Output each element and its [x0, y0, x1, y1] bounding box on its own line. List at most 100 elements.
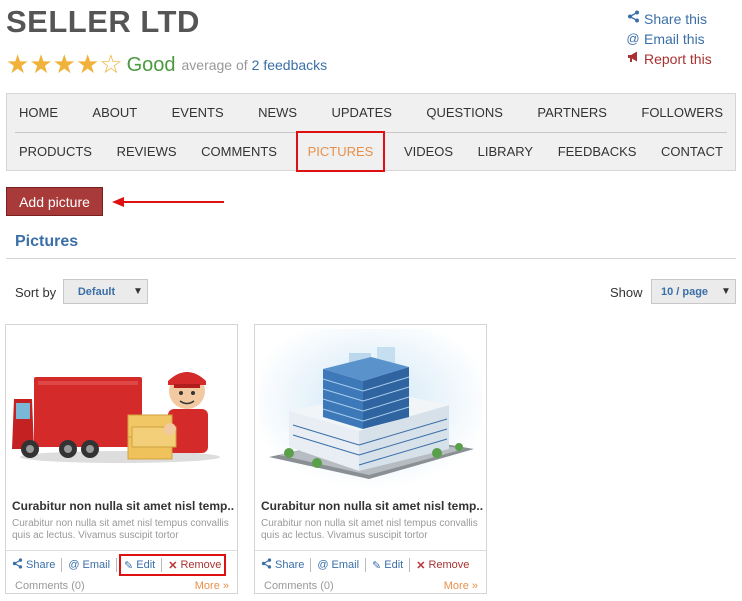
nav-item-questions[interactable]: QUESTIONS [422, 105, 507, 120]
report-this-label: Report this [644, 51, 712, 67]
section-title: Pictures [15, 233, 79, 250]
pencil-icon: ✎ [372, 559, 382, 572]
more-link[interactable]: More » [444, 580, 478, 592]
megaphone-icon [625, 49, 641, 69]
annotation-arrow-icon [112, 197, 224, 207]
star-full-icon: ★ [6, 50, 30, 80]
rating-word: Good [126, 53, 176, 76]
action-separator [310, 558, 312, 572]
email-this-label: Email this [644, 31, 705, 47]
share-this-label: Share this [644, 11, 708, 27]
sort-select-value: Default [77, 285, 116, 298]
picture-description: Curabitur non nulla sit amet nisl tempus… [12, 518, 229, 541]
nav-item-comments[interactable]: COMMENTS [197, 144, 281, 170]
picture-thumbnail[interactable] [10, 329, 233, 489]
comments-count[interactable]: Comments (0) [264, 580, 334, 592]
star-full-icon: ★ [75, 50, 100, 80]
nav-row-2: PRODUCTS REVIEWS COMMENTS PICTURES VIDEO… [15, 131, 727, 172]
nav-item-reviews[interactable]: REVIEWS [113, 144, 181, 170]
picture-title[interactable]: Curabitur non nulla sit amet nisl temp..… [12, 499, 234, 513]
card-footer: Comments (0) More » [264, 580, 478, 592]
at-sign-icon: @ [68, 559, 80, 571]
picture-description: Curabitur non nulla sit amet nisl tempus… [261, 518, 478, 541]
nav-item-videos[interactable]: VIDEOS [400, 144, 457, 170]
picture-card: Curabitur non nulla sit amet nisl temp..… [254, 324, 487, 594]
nav-item-news[interactable]: NEWS [254, 105, 301, 120]
card-footer: Comments (0) More » [15, 580, 229, 592]
nav-item-library[interactable]: LIBRARY [474, 144, 537, 170]
share-icon [12, 558, 23, 572]
email-label: Email [331, 559, 360, 571]
pencil-icon: ✎ [124, 559, 134, 572]
nav-item-updates[interactable]: UPDATES [328, 105, 396, 120]
section-divider [6, 258, 736, 259]
star-full-icon: ★ [52, 50, 76, 80]
action-separator [409, 558, 411, 572]
sort-label: Sort by [15, 285, 57, 300]
nav-item-home[interactable]: HOME [15, 105, 62, 120]
card-divider [6, 550, 237, 551]
card-divider [255, 550, 486, 551]
share-icon [261, 558, 272, 572]
picture-card: Curabitur non nulla sit amet nisl temp..… [5, 324, 238, 594]
edit-label: Edit [136, 559, 156, 571]
share-label: Share [26, 559, 56, 571]
page-size-value: 10 / page [660, 285, 709, 298]
action-separator [161, 558, 163, 572]
caret-down-icon: ▼ [721, 286, 731, 297]
at-sign-icon: @ [317, 559, 329, 571]
nav-item-pictures[interactable]: PICTURES [295, 131, 386, 172]
sort-select[interactable]: Default ▼ [63, 279, 148, 304]
comments-count[interactable]: Comments (0) [15, 580, 85, 592]
share-icon [625, 9, 641, 29]
star-full-icon: ★ [29, 50, 53, 80]
remove-label: Remove [180, 559, 222, 571]
close-icon: ✕ [416, 559, 426, 572]
email-this-link[interactable]: @ Email this [625, 29, 712, 49]
caret-down-icon: ▼ [133, 286, 143, 297]
email-button[interactable]: @ Email [317, 559, 359, 571]
share-label: Share [275, 559, 305, 571]
page-size-select[interactable]: 10 / page ▼ [651, 279, 736, 304]
share-this-link[interactable]: Share this [625, 9, 712, 29]
nav-item-partners[interactable]: PARTNERS [533, 105, 611, 120]
action-separator [116, 558, 118, 572]
feedbacks-link[interactable]: 2 feedbacks [252, 57, 328, 73]
star-rating: ★ ★ ★ ★ ☆ [6, 52, 123, 78]
nav-item-contact[interactable]: CONTACT [657, 144, 727, 170]
card-actions: Share @ Email ✎ Edit ✕ Remove [261, 558, 482, 572]
more-link[interactable]: More » [195, 580, 229, 592]
show-label: Show [610, 285, 643, 300]
edit-button[interactable]: ✎ Edit [124, 559, 155, 572]
add-picture-button[interactable]: Add picture [6, 187, 103, 216]
nav-item-products[interactable]: PRODUCTS [15, 144, 96, 170]
company-title: SELLER LTD [6, 4, 200, 39]
edit-label: Edit [384, 559, 404, 571]
star-empty-icon: ☆ [99, 50, 123, 80]
main-nav: HOME ABOUT EVENTS NEWS UPDATES QUESTIONS… [6, 93, 736, 172]
nav-item-events[interactable]: EVENTS [168, 105, 228, 120]
nav-row-1: HOME ABOUT EVENTS NEWS UPDATES QUESTIONS… [15, 105, 727, 120]
rating-average-text: average of [181, 57, 248, 73]
action-separator [365, 558, 367, 572]
report-this-link[interactable]: Report this [625, 49, 712, 69]
email-label: Email [82, 559, 111, 571]
nav-item-about[interactable]: ABOUT [88, 105, 141, 120]
remove-button[interactable]: ✕ Remove [416, 559, 469, 572]
edit-button[interactable]: ✎ Edit [372, 559, 403, 572]
picture-thumbnail[interactable] [259, 329, 482, 489]
card-actions: Share @ Email ✎ Edit ✕ Remove [12, 554, 233, 576]
share-button[interactable]: Share [261, 558, 304, 572]
nav-item-followers[interactable]: FOLLOWERS [637, 105, 727, 120]
share-button[interactable]: Share [12, 558, 55, 572]
page-actions: Share this @ Email this Report this [625, 9, 712, 69]
rating-summary: ★ ★ ★ ★ ☆ Good average of 2 feedbacks [6, 52, 327, 78]
action-separator [61, 558, 63, 572]
remove-label: Remove [428, 559, 470, 571]
email-button[interactable]: @ Email [68, 559, 110, 571]
nav-item-feedbacks[interactable]: FEEDBACKS [554, 144, 641, 170]
at-sign-icon: @ [626, 31, 640, 46]
close-icon: ✕ [168, 559, 178, 572]
picture-title[interactable]: Curabitur non nulla sit amet nisl temp..… [261, 499, 483, 513]
remove-button[interactable]: ✕ Remove [168, 559, 221, 572]
